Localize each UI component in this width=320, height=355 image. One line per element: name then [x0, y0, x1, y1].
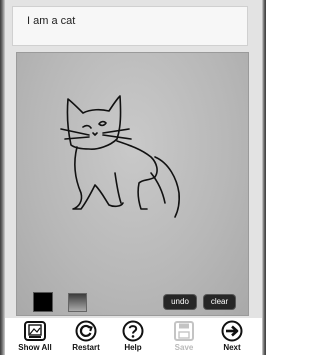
prompt-text: I am a cat — [27, 15, 76, 27]
help-icon — [122, 320, 144, 342]
save-button[interactable]: Save — [162, 320, 206, 352]
show-all-label: Show All — [18, 343, 52, 352]
save-label: Save — [174, 343, 194, 352]
save-icon — [174, 321, 194, 341]
cat-whiskers-left — [60, 128, 90, 140]
gallery-icon — [24, 321, 46, 341]
prompt-box: I am a cat — [12, 6, 248, 46]
help-label: Help — [124, 343, 142, 352]
cat-nose-stroke — [92, 132, 98, 136]
cat-front-leg-stroke — [114, 172, 122, 204]
cat-tail-stroke — [154, 156, 180, 218]
restart-label: Restart — [72, 343, 100, 352]
gray-gradient-swatch[interactable] — [68, 293, 87, 312]
next-button[interactable]: Next — [210, 320, 254, 352]
restart-button[interactable]: Restart — [64, 320, 108, 352]
bottom-toolbar: Show All Restart Help Save Next — [5, 318, 262, 355]
cat-left-eye-stroke — [82, 124, 92, 129]
undo-button[interactable]: undo — [164, 295, 196, 309]
drawing-panel[interactable]: undo clear — [16, 52, 249, 316]
next-arrow-icon — [221, 320, 243, 342]
restart-icon — [75, 320, 97, 342]
cat-back-stroke — [116, 140, 158, 210]
next-label: Next — [223, 343, 241, 352]
clear-button[interactable]: clear — [204, 295, 235, 309]
black-color-swatch[interactable] — [33, 292, 53, 312]
cat-head-stroke — [66, 95, 122, 150]
cat-right-eye-stroke — [98, 120, 107, 127]
show-all-button[interactable]: Show All — [13, 320, 57, 352]
help-button[interactable]: Help — [111, 320, 155, 352]
cat-whiskers-right — [102, 128, 132, 140]
cat-drawing[interactable] — [17, 53, 248, 315]
